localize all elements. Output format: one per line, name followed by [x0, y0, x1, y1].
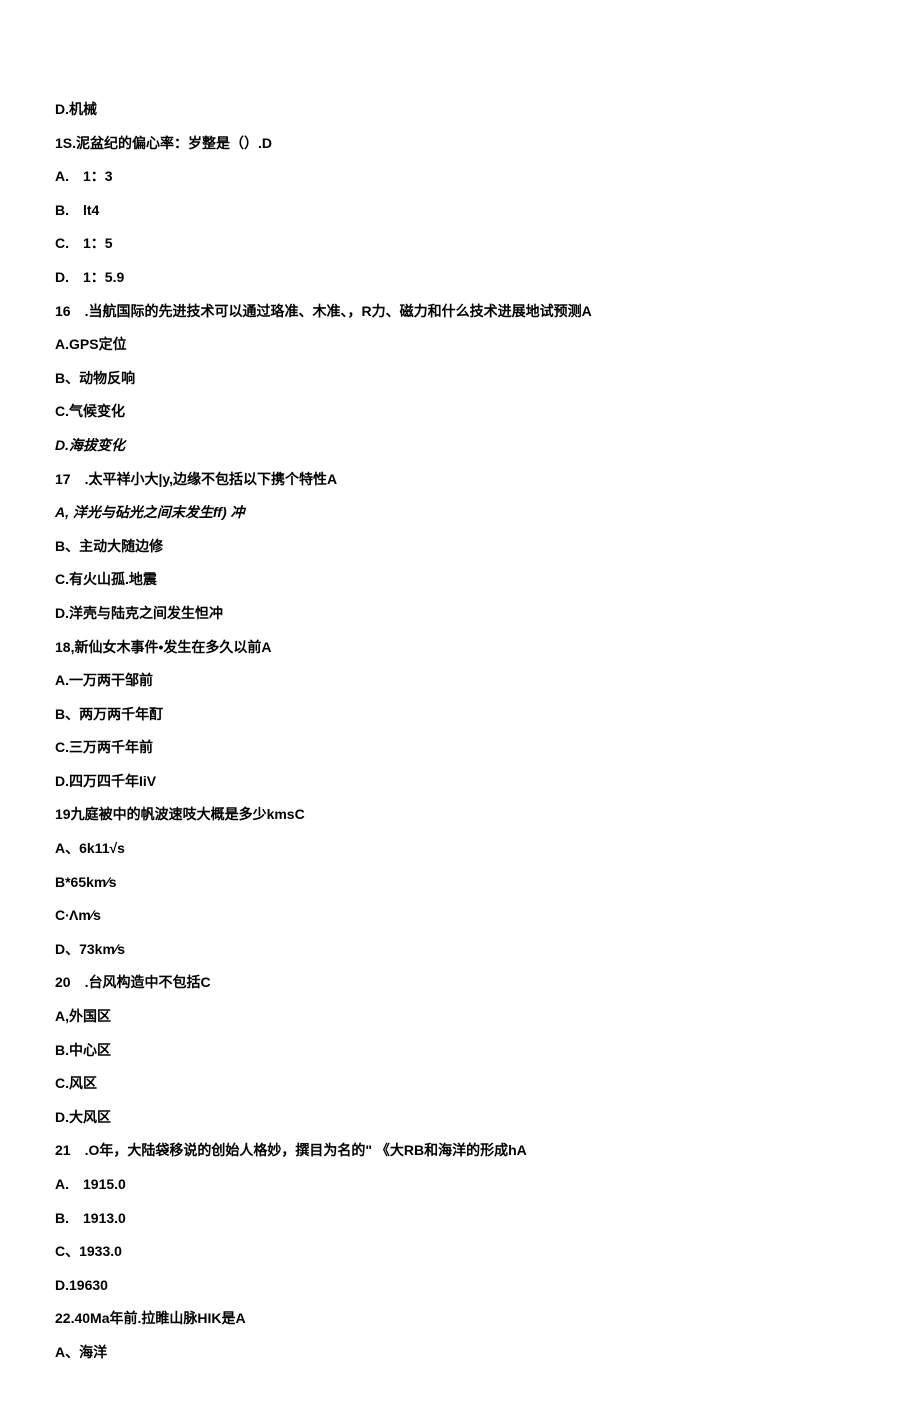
- document-body: D.机械 1S.泥盆纪的偏心率：岁整是（）.D A. 1：3 B. lt4 C. 1：5…: [55, 100, 865, 1363]
- text-line: 19九庭被中的帆波速吱大概是多少kmsC: [55, 805, 865, 825]
- text-line: B*65km∕s: [55, 873, 865, 893]
- text-line: 22.40Ma年前.拉睢山脉HIK是A: [55, 1309, 865, 1329]
- text-line: B. 1913.0: [55, 1209, 865, 1229]
- text-line: C∙Λm∕s: [55, 906, 865, 926]
- text-line: A. 1：3: [55, 167, 865, 187]
- text-line: B、两万两千年酊: [55, 705, 865, 725]
- text-line: A. 1915.0: [55, 1175, 865, 1195]
- text-line: D.洋壳与陆克之间发生怛冲: [55, 604, 865, 624]
- text-line: A、6k11√s: [55, 839, 865, 859]
- text-line: 16 .当航国际的先进技术可以通过珞准、木准、，R力、磁力和什么技术进展地试预测…: [55, 302, 865, 322]
- text-line: D.机械: [55, 100, 865, 120]
- text-line: 18,新仙女木事件•发生在多久以前A: [55, 638, 865, 658]
- text-line: B.中心区: [55, 1041, 865, 1061]
- text-line: C、1933.0: [55, 1242, 865, 1262]
- text-line: D.海拔变化: [55, 436, 865, 456]
- text-line: D.大风区: [55, 1108, 865, 1128]
- text-line: C.有火山孤.地震: [55, 570, 865, 590]
- text-line: 21 .O年，大陆袋移说的创始人格妙，撰目为名的" 《大RB和海洋的形成hA: [55, 1141, 865, 1161]
- text-line: 17 .太平祥小大|y,边缘不包括以下携个特性A: [55, 470, 865, 490]
- text-line: A,外国区: [55, 1007, 865, 1027]
- text-line: B、动物反响: [55, 369, 865, 389]
- text-line: D.19630: [55, 1276, 865, 1296]
- text-line: C. 1：5: [55, 234, 865, 254]
- text-line: B、主动大随边修: [55, 537, 865, 557]
- text-line: A.GPS定位: [55, 335, 865, 355]
- text-line: B. lt4: [55, 201, 865, 221]
- text-line: A, 洋光与砧光之间末发生ff) 冲: [55, 503, 865, 523]
- text-line: A、海洋: [55, 1343, 865, 1363]
- text-line: D. 1：5.9: [55, 268, 865, 288]
- text-line: 1S.泥盆纪的偏心率：岁整是（）.D: [55, 134, 865, 154]
- text-line: 20 .台风构造中不包括C: [55, 973, 865, 993]
- text-line: C.气候变化: [55, 402, 865, 422]
- text-line: D、73km∕s: [55, 940, 865, 960]
- text-line: C.三万两千年前: [55, 738, 865, 758]
- text-line: A.一万两干邹前: [55, 671, 865, 691]
- text-line: C.风区: [55, 1074, 865, 1094]
- text-line: D.四万四千年IiV: [55, 772, 865, 792]
